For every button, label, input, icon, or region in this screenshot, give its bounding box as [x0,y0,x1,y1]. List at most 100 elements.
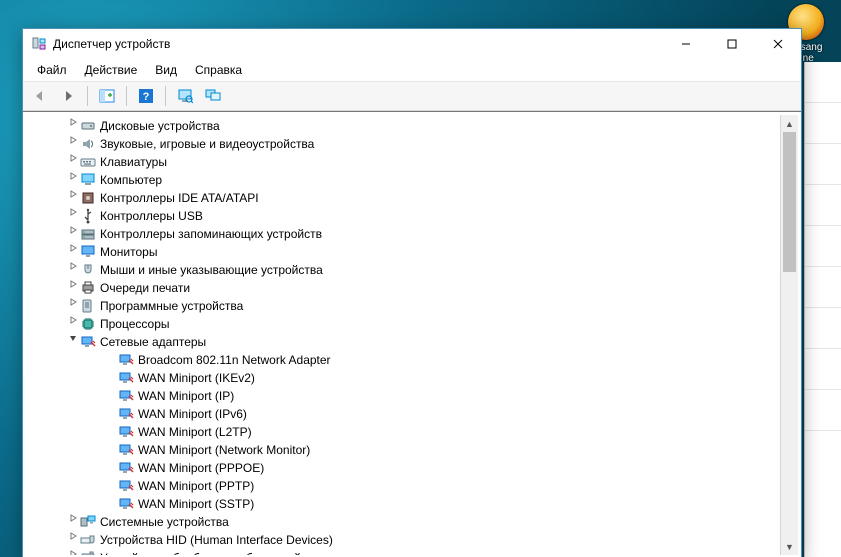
tree-item[interactable]: WAN Miniport (SSTP) [26,495,781,513]
net-adapter-icon [118,352,134,368]
tree-group-label: Устройства обработки изображений [100,549,301,555]
help-button[interactable]: ? [133,84,159,108]
tree-item-label: WAN Miniport (PPTP) [138,477,254,495]
tree-item[interactable]: WAN Miniport (PPPOE) [26,459,781,477]
chevron-right-icon[interactable] [66,225,80,243]
chevron-right-icon[interactable] [66,261,80,279]
chevron-right-icon[interactable] [66,243,80,261]
tree-group-cpu[interactable]: Процессоры [26,315,781,333]
menu-view[interactable]: Вид [147,61,185,79]
maximize-button[interactable] [709,29,755,59]
chevron-right-icon[interactable] [66,297,80,315]
chevron-right-icon[interactable] [66,207,80,225]
toolbar-separator [126,86,127,106]
chevron-right-icon[interactable] [66,531,80,549]
chevron-right-icon[interactable] [66,171,80,189]
net-adapter-icon [118,442,134,458]
toolbar: ? [23,82,801,111]
window-title: Диспетчер устройств [53,37,663,51]
menu-help[interactable]: Справка [187,61,250,79]
monitors-button[interactable] [200,84,226,108]
tree-group-label: Контроллеры IDE ATA/ATAPI [100,189,259,207]
tree-item-label: WAN Miniport (IPv6) [138,405,247,423]
net-icon [80,334,96,350]
tree-group-usb[interactable]: Контроллеры USB [26,207,781,225]
minimize-button[interactable] [663,29,709,59]
chevron-right-icon[interactable] [66,153,80,171]
tree-item-label: WAN Miniport (IKEv2) [138,369,255,387]
chevron-right-icon[interactable] [66,279,80,297]
tree-group-label: Контроллеры USB [100,207,203,225]
tree-group-system[interactable]: Системные устройства [26,513,781,531]
menu-file[interactable]: Файл [29,61,75,79]
net-adapter-icon [118,478,134,494]
tree-item[interactable]: WAN Miniport (Network Monitor) [26,441,781,459]
device-manager-window: Диспетчер устройств Файл Действие Вид Сп… [22,28,802,557]
tree-item-label: WAN Miniport (Network Monitor) [138,441,310,459]
forward-button[interactable] [55,84,81,108]
tree-item[interactable]: WAN Miniport (IP) [26,387,781,405]
scroll-thumb[interactable] [783,132,796,272]
tree-group-computer[interactable]: Компьютер [26,171,781,189]
hid-icon [80,532,96,548]
tree-item[interactable]: Broadcom 802.11n Network Adapter [26,351,781,369]
tree-group-network[interactable]: Сетевые адаптеры [26,333,781,351]
menubar: Файл Действие Вид Справка [23,59,801,82]
chevron-right-icon[interactable] [66,135,80,153]
mouse-icon [80,262,96,278]
scroll-track[interactable] [781,132,798,538]
background-window-strip [804,62,841,557]
tree-item[interactable]: WAN Miniport (IKEv2) [26,369,781,387]
tree-group-imaging[interactable]: Устройства обработки изображений [26,549,781,555]
tree-item-label: Broadcom 802.11n Network Adapter [138,351,331,369]
titlebar[interactable]: Диспетчер устройств [23,29,801,59]
tree-group-label: Процессоры [100,315,170,333]
net-adapter-icon [118,406,134,422]
tree-group-label: Очереди печати [100,279,190,297]
chevron-down-icon[interactable] [66,333,80,351]
tree-group-ide[interactable]: Контроллеры IDE ATA/ATAPI [26,189,781,207]
device-tree[interactable]: Дисковые устройстваЗвуковые, игровые и в… [26,115,781,555]
usb-icon [80,208,96,224]
tree-group-disk[interactable]: Дисковые устройства [26,117,781,135]
chevron-right-icon[interactable] [66,117,80,135]
tree-group-storage[interactable]: Контроллеры запоминающих устройств [26,225,781,243]
ide-icon [80,190,96,206]
monitor-icon [80,244,96,260]
tree-group-label: Устройства HID (Human Interface Devices) [100,531,333,549]
tree-group-label: Контроллеры запоминающих устройств [100,225,322,243]
tree-group-printq[interactable]: Очереди печати [26,279,781,297]
tree-group-hid[interactable]: Устройства HID (Human Interface Devices) [26,531,781,549]
chevron-right-icon[interactable] [66,315,80,333]
tree-group-firmware[interactable]: Программные устройства [26,297,781,315]
vertical-scrollbar[interactable]: ▲ ▼ [780,115,798,555]
back-button[interactable] [27,84,53,108]
tree-group-label: Мыши и иные указывающие устройства [100,261,323,279]
tree-group-label: Мониторы [100,243,157,261]
keyboard-icon [80,154,96,170]
tree-item[interactable]: WAN Miniport (L2TP) [26,423,781,441]
chevron-right-icon[interactable] [66,189,80,207]
scroll-down-button[interactable]: ▼ [781,538,798,555]
show-console-tree-button[interactable] [94,84,120,108]
scroll-up-button[interactable]: ▲ [781,115,798,132]
tree-group-sound[interactable]: Звуковые, игровые и видеоустройства [26,135,781,153]
svg-text:?: ? [143,91,150,103]
firmware-icon [80,298,96,314]
tree-item[interactable]: WAN Miniport (IPv6) [26,405,781,423]
chevron-right-icon[interactable] [66,549,80,555]
tree-item[interactable]: WAN Miniport (PPTP) [26,477,781,495]
tree-item-label: WAN Miniport (PPPOE) [138,459,264,477]
printer-icon [80,280,96,296]
menu-action[interactable]: Действие [77,61,146,79]
tree-group-mice[interactable]: Мыши и иные указывающие устройства [26,261,781,279]
tree-group-keyboard[interactable]: Клавиатуры [26,153,781,171]
tree-item-label: WAN Miniport (IP) [138,387,234,405]
toolbar-separator [87,86,88,106]
window-controls [663,29,801,59]
close-button[interactable] [755,29,801,59]
tree-group-monitors[interactable]: Мониторы [26,243,781,261]
imaging-icon [80,550,96,555]
scan-hardware-button[interactable] [172,84,198,108]
chevron-right-icon[interactable] [66,513,80,531]
